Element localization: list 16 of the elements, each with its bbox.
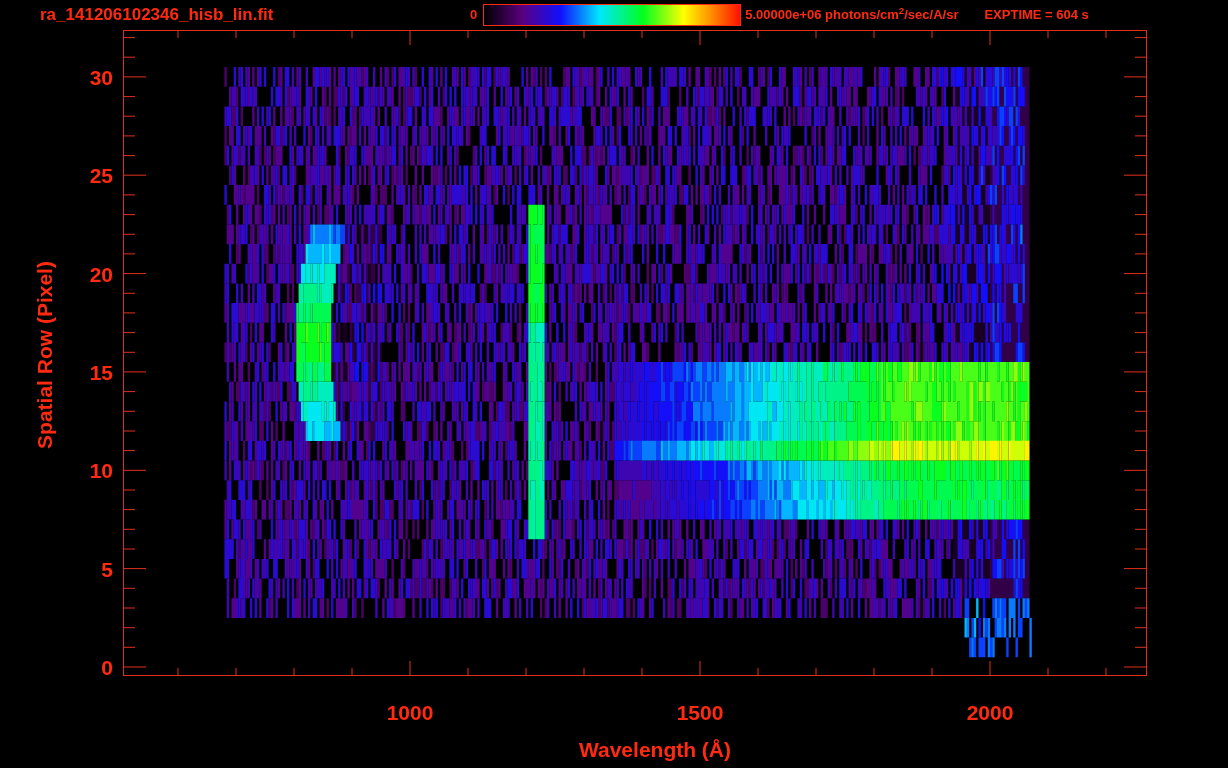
y-tick-label: 15 [89, 360, 113, 384]
y-tick-label: 0 [101, 656, 113, 679]
y-tick-label: 30 [89, 65, 113, 89]
y-tick-label: 20 [89, 262, 113, 286]
colorbar-max-label: 5.00000e+06 photons/cm$^{2}$/sec/A/sr [745, 5, 959, 25]
y-tick-label: 25 [89, 164, 113, 188]
x-tick-label: 2000 [966, 701, 1014, 724]
y-axis-title: Spatial Row (Pixel) [33, 261, 56, 449]
colorbar-min-label: 0 [470, 6, 478, 25]
x-tick-label: 1000 [386, 701, 434, 724]
y-tick-label: 10 [89, 459, 113, 483]
file-title: ra_141206102346_hisb_lin.fit [40, 4, 275, 27]
y-tick-label: 5 [101, 557, 113, 581]
x-axis-title: Wavelength (Å) [578, 738, 732, 761]
x-tick-label: 1500 [676, 701, 724, 724]
exposure-time-label: EXPTIME = 604 s [984, 6, 1089, 25]
